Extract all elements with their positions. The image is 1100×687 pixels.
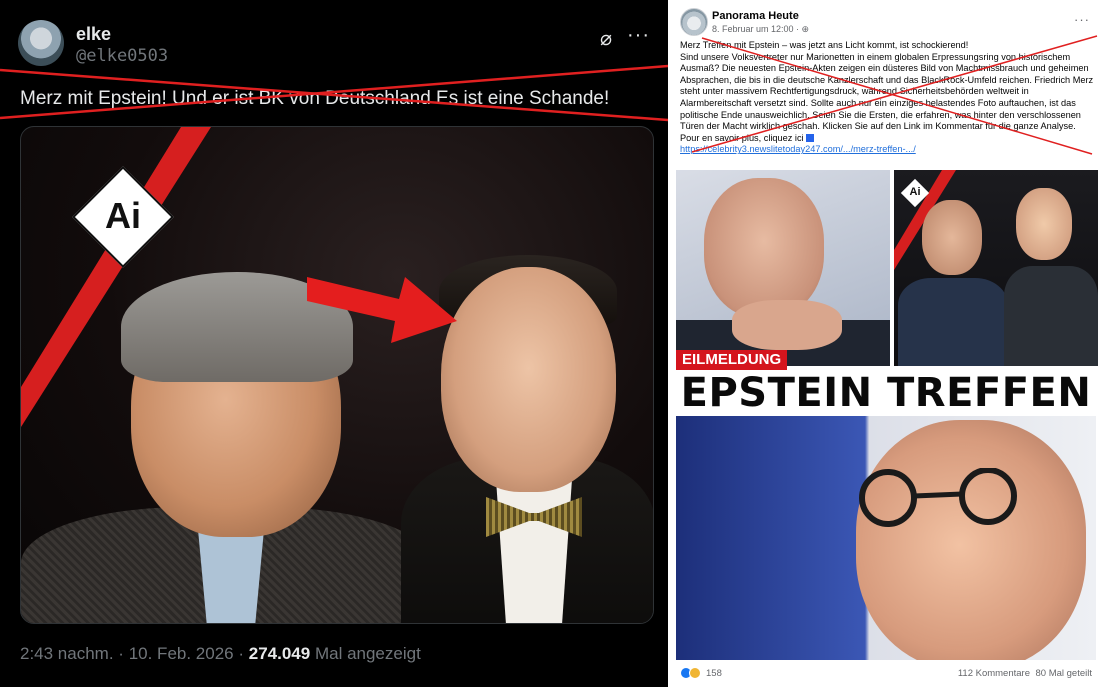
ai-generated-badge: Ai [900, 178, 930, 208]
image-headline: EPSTEIN TREFFEN [672, 370, 1100, 416]
post-footer: 158 112 Kommentare 80 Mal geteilt [672, 660, 1100, 687]
reactions[interactable]: 158 [680, 667, 722, 679]
angry-icon [689, 667, 701, 679]
breaking-label: EILMELDUNG [676, 350, 788, 370]
post-time[interactable]: 2:43 nachm. [20, 644, 114, 663]
post-image[interactable]: Ai [20, 126, 654, 624]
meta-separator: · [238, 644, 245, 663]
reactions-count: 158 [706, 667, 722, 679]
user-handle[interactable]: @elke0503 [76, 46, 168, 66]
post-body: Merz Treffen mit Epstein – was jetzt ans… [680, 40, 1094, 156]
comments-count[interactable]: 112 Kommentare [958, 668, 1030, 679]
shares-count[interactable]: 80 Mal geteilt [1035, 668, 1092, 679]
page-avatar[interactable] [680, 8, 708, 36]
image-panel-smiling [676, 416, 1096, 660]
blue-square-icon [805, 134, 814, 143]
page-name[interactable]: Panorama Heute [712, 10, 799, 22]
post-image[interactable]: Ai EILMELDUNG EPSTEIN TREFFEN [672, 166, 1100, 660]
ai-generated-badge: Ai [72, 166, 174, 268]
post-body-text: Sind unsere Volksvertreter nur Marionett… [680, 51, 1094, 132]
meta-separator: · [118, 644, 124, 663]
image-panel-two-men: Ai [894, 170, 1098, 366]
post-headline-text: Merz Treffen mit Epstein – was jetzt ans… [680, 40, 969, 50]
post-date[interactable]: 8. Februar um 12:00 · ⊕ [712, 24, 809, 35]
views-count: 274.049 [248, 644, 311, 663]
x-post-header: elke @elke0503 ⌀ ··· [18, 20, 650, 70]
image-panel-thinking [676, 170, 890, 366]
grok-slash-circle-icon[interactable]: ⌀ [600, 26, 612, 51]
ellipsis-icon[interactable]: ··· [1074, 12, 1090, 27]
glasses [859, 468, 1017, 527]
display-name[interactable]: elke [76, 24, 111, 45]
post-link[interactable]: https://celebrity3.newslitetoday247.com/… [680, 144, 916, 154]
post-meta: 2:43 nachm. · 10. Feb. 2026 · 274.049 Ma… [20, 644, 421, 664]
facebook-post: Panorama Heute 8. Februar um 12:00 · ⊕ ·… [672, 0, 1100, 687]
views-label: Mal angezeigt [314, 644, 421, 663]
globe-icon: ⊕ [801, 24, 810, 34]
post-date[interactable]: 10. Feb. 2026 [129, 644, 234, 663]
avatar[interactable] [18, 20, 64, 66]
ellipsis-icon[interactable]: ··· [627, 24, 650, 47]
x-post: elke @elke0503 ⌀ ··· Merz mit Epstein! U… [0, 0, 668, 687]
post-cta-text: Pour en savoir plus, cliquez ici [680, 133, 1094, 145]
post-text: Merz mit Epstein! Und er ist BK von Deut… [20, 88, 610, 109]
red-arrow-icon [307, 277, 457, 343]
